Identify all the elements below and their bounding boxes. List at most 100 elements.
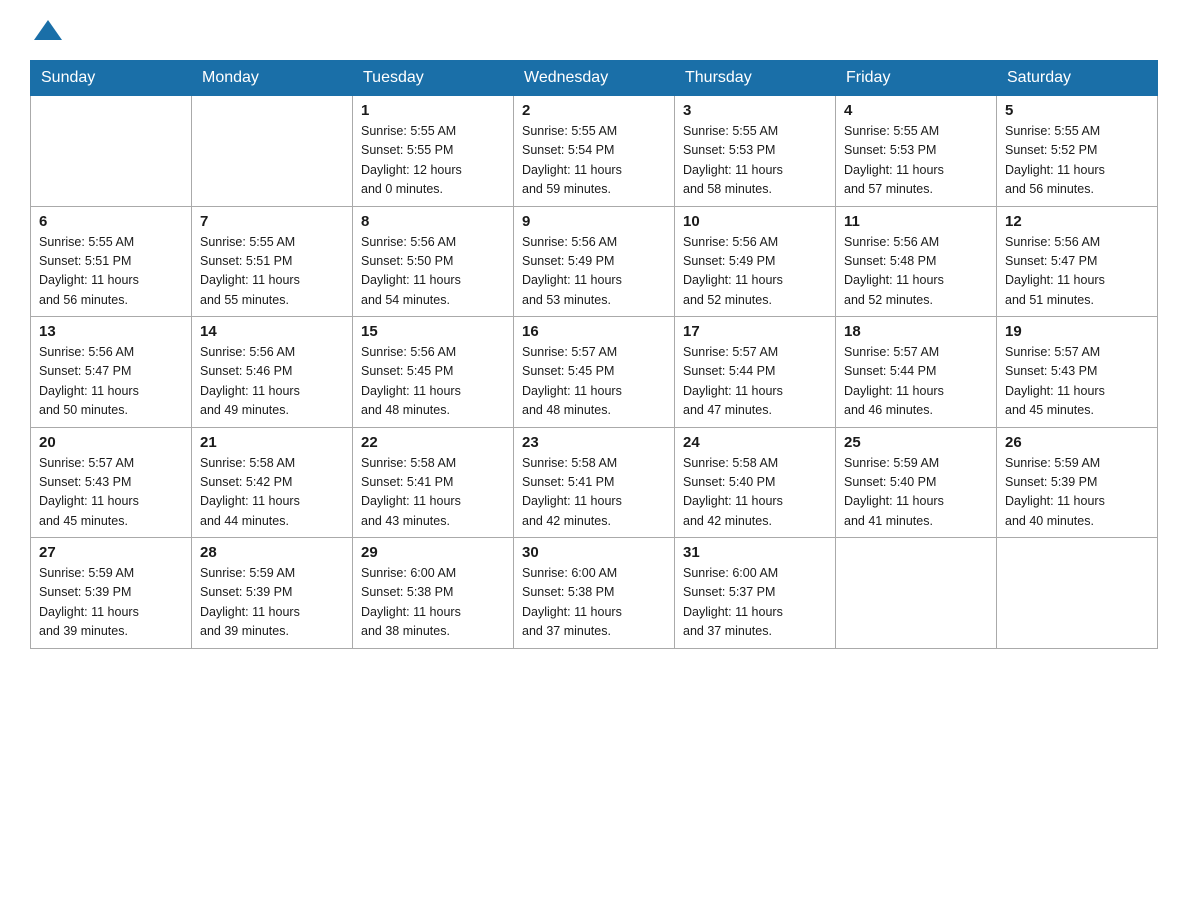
- calendar-cell: 8Sunrise: 5:56 AMSunset: 5:50 PMDaylight…: [353, 206, 514, 317]
- calendar-cell: 15 Sunrise: 5:56 AMSunset: 5:45 PMDayligh…: [353, 317, 514, 428]
- calendar-header: SundayMondayTuesdayWednesdayThursdayFrid…: [31, 61, 1158, 96]
- day-info: Sunrise: 5:57 AMSunset: 5:43 PMDaylight:…: [1005, 343, 1149, 421]
- day-info: Sunrise: 5:59 AMSunset: 5:39 PMDaylight:…: [1005, 454, 1149, 532]
- day-info: Sunrise: 5:55 AMSunset: 5:51 PMDaylight:…: [200, 233, 344, 311]
- calendar-cell: 12 Sunrise: 5:56 AMSunset: 5:47 PMDayligh…: [997, 206, 1158, 317]
- header-saturday: Saturday: [997, 61, 1158, 96]
- day-number: 16: [522, 323, 666, 340]
- calendar-cell: 10 Sunrise: 5:56 AMSunset: 5:49 PMDayligh…: [675, 206, 836, 317]
- day-number: 4: [844, 102, 988, 119]
- calendar-cell: 27Sunrise: 5:59 AMSunset: 5:39 PMDayligh…: [31, 538, 192, 649]
- calendar-cell: 2Sunrise: 5:55 AMSunset: 5:54 PMDaylight…: [514, 96, 675, 207]
- calendar-cell: 24Sunrise: 5:58 AMSunset: 5:40 PMDayligh…: [675, 427, 836, 538]
- header-thursday: Thursday: [675, 61, 836, 96]
- day-number: 17: [683, 323, 827, 340]
- day-info: Sunrise: 5:57 AMSunset: 5:44 PMDaylight:…: [683, 343, 827, 421]
- day-number: 20: [39, 434, 183, 451]
- day-number: 6: [39, 213, 183, 230]
- header-friday: Friday: [836, 61, 997, 96]
- header-sunday: Sunday: [31, 61, 192, 96]
- day-info: Sunrise: 5:56 AMSunset: 5:50 PMDaylight:…: [361, 233, 505, 311]
- calendar-cell: 25 Sunrise: 5:59 AMSunset: 5:40 PMDayligh…: [836, 427, 997, 538]
- day-number: 30: [522, 544, 666, 561]
- calendar-cell: 7Sunrise: 5:55 AMSunset: 5:51 PMDaylight…: [192, 206, 353, 317]
- calendar-table: SundayMondayTuesdayWednesdayThursdayFrid…: [30, 60, 1158, 649]
- header-tuesday: Tuesday: [353, 61, 514, 96]
- day-info: Sunrise: 5:56 AMSunset: 5:47 PMDaylight:…: [1005, 233, 1149, 311]
- calendar-cell: 20 Sunrise: 5:57 AMSunset: 5:43 PMDayligh…: [31, 427, 192, 538]
- day-info: Sunrise: 6:00 AMSunset: 5:38 PMDaylight:…: [361, 564, 505, 642]
- header-monday: Monday: [192, 61, 353, 96]
- calendar-cell: [192, 96, 353, 207]
- day-info: Sunrise: 5:55 AMSunset: 5:53 PMDaylight:…: [844, 122, 988, 200]
- day-number: 23: [522, 434, 666, 451]
- day-number: 2: [522, 102, 666, 119]
- calendar-cell: 21 Sunrise: 5:58 AMSunset: 5:42 PMDayligh…: [192, 427, 353, 538]
- day-info: Sunrise: 5:56 AMSunset: 5:49 PMDaylight:…: [683, 233, 827, 311]
- calendar-week-4: 20 Sunrise: 5:57 AMSunset: 5:43 PMDayligh…: [31, 427, 1158, 538]
- page-header: [30, 20, 1158, 40]
- day-number: 26: [1005, 434, 1149, 451]
- day-number: 18: [844, 323, 988, 340]
- day-info: Sunrise: 5:58 AMSunset: 5:41 PMDaylight:…: [361, 454, 505, 532]
- calendar-week-1: 1Sunrise: 5:55 AMSunset: 5:55 PMDaylight…: [31, 96, 1158, 207]
- day-number: 14: [200, 323, 344, 340]
- calendar-cell: 22 Sunrise: 5:58 AMSunset: 5:41 PMDayligh…: [353, 427, 514, 538]
- day-info: Sunrise: 5:55 AMSunset: 5:52 PMDaylight:…: [1005, 122, 1149, 200]
- calendar-cell: 17 Sunrise: 5:57 AMSunset: 5:44 PMDayligh…: [675, 317, 836, 428]
- day-info: Sunrise: 5:57 AMSunset: 5:44 PMDaylight:…: [844, 343, 988, 421]
- day-number: 25: [844, 434, 988, 451]
- calendar-cell: [836, 538, 997, 649]
- calendar-cell: 28 Sunrise: 5:59 AMSunset: 5:39 PMDayligh…: [192, 538, 353, 649]
- day-number: 28: [200, 544, 344, 561]
- day-info: Sunrise: 5:55 AMSunset: 5:53 PMDaylight:…: [683, 122, 827, 200]
- calendar-cell: 4 Sunrise: 5:55 AMSunset: 5:53 PMDaylight…: [836, 96, 997, 207]
- calendar-cell: 30 Sunrise: 6:00 AMSunset: 5:38 PMDayligh…: [514, 538, 675, 649]
- day-number: 3: [683, 102, 827, 119]
- day-info: Sunrise: 5:56 AMSunset: 5:48 PMDaylight:…: [844, 233, 988, 311]
- day-info: Sunrise: 5:59 AMSunset: 5:40 PMDaylight:…: [844, 454, 988, 532]
- day-info: Sunrise: 5:58 AMSunset: 5:42 PMDaylight:…: [200, 454, 344, 532]
- day-number: 13: [39, 323, 183, 340]
- calendar-cell: 19 Sunrise: 5:57 AMSunset: 5:43 PMDayligh…: [997, 317, 1158, 428]
- day-number: 21: [200, 434, 344, 451]
- calendar-cell: [997, 538, 1158, 649]
- calendar-cell: 14Sunrise: 5:56 AMSunset: 5:46 PMDayligh…: [192, 317, 353, 428]
- day-info: Sunrise: 5:56 AMSunset: 5:45 PMDaylight:…: [361, 343, 505, 421]
- day-info: Sunrise: 5:58 AMSunset: 5:41 PMDaylight:…: [522, 454, 666, 532]
- calendar-cell: 5 Sunrise: 5:55 AMSunset: 5:52 PMDaylight…: [997, 96, 1158, 207]
- day-number: 22: [361, 434, 505, 451]
- day-number: 10: [683, 213, 827, 230]
- calendar-week-2: 6 Sunrise: 5:55 AMSunset: 5:51 PMDaylight…: [31, 206, 1158, 317]
- calendar-cell: 23 Sunrise: 5:58 AMSunset: 5:41 PMDayligh…: [514, 427, 675, 538]
- day-number: 12: [1005, 213, 1149, 230]
- day-number: 31: [683, 544, 827, 561]
- calendar-cell: 13Sunrise: 5:56 AMSunset: 5:47 PMDayligh…: [31, 317, 192, 428]
- day-info: Sunrise: 5:57 AMSunset: 5:43 PMDaylight:…: [39, 454, 183, 532]
- calendar-cell: 3 Sunrise: 5:55 AMSunset: 5:53 PMDaylight…: [675, 96, 836, 207]
- calendar-cell: 1Sunrise: 5:55 AMSunset: 5:55 PMDaylight…: [353, 96, 514, 207]
- day-number: 1: [361, 102, 505, 119]
- logo: [30, 20, 62, 40]
- day-number: 29: [361, 544, 505, 561]
- day-info: Sunrise: 5:56 AMSunset: 5:49 PMDaylight:…: [522, 233, 666, 311]
- calendar-cell: 26 Sunrise: 5:59 AMSunset: 5:39 PMDayligh…: [997, 427, 1158, 538]
- day-number: 11: [844, 213, 988, 230]
- calendar-cell: 9 Sunrise: 5:56 AMSunset: 5:49 PMDaylight…: [514, 206, 675, 317]
- day-info: Sunrise: 5:55 AMSunset: 5:51 PMDaylight:…: [39, 233, 183, 311]
- day-info: Sunrise: 5:57 AMSunset: 5:45 PMDaylight:…: [522, 343, 666, 421]
- day-number: 19: [1005, 323, 1149, 340]
- calendar-cell: 11 Sunrise: 5:56 AMSunset: 5:48 PMDayligh…: [836, 206, 997, 317]
- day-number: 5: [1005, 102, 1149, 119]
- day-info: Sunrise: 6:00 AMSunset: 5:37 PMDaylight:…: [683, 564, 827, 642]
- day-info: Sunrise: 5:59 AMSunset: 5:39 PMDaylight:…: [39, 564, 183, 642]
- calendar-week-5: 27Sunrise: 5:59 AMSunset: 5:39 PMDayligh…: [31, 538, 1158, 649]
- day-info: Sunrise: 6:00 AMSunset: 5:38 PMDaylight:…: [522, 564, 666, 642]
- day-number: 24: [683, 434, 827, 451]
- calendar-body: 1Sunrise: 5:55 AMSunset: 5:55 PMDaylight…: [31, 96, 1158, 649]
- calendar-cell: 16 Sunrise: 5:57 AMSunset: 5:45 PMDayligh…: [514, 317, 675, 428]
- day-info: Sunrise: 5:59 AMSunset: 5:39 PMDaylight:…: [200, 564, 344, 642]
- logo-triangle-icon: [34, 20, 62, 40]
- day-number: 9: [522, 213, 666, 230]
- day-number: 15: [361, 323, 505, 340]
